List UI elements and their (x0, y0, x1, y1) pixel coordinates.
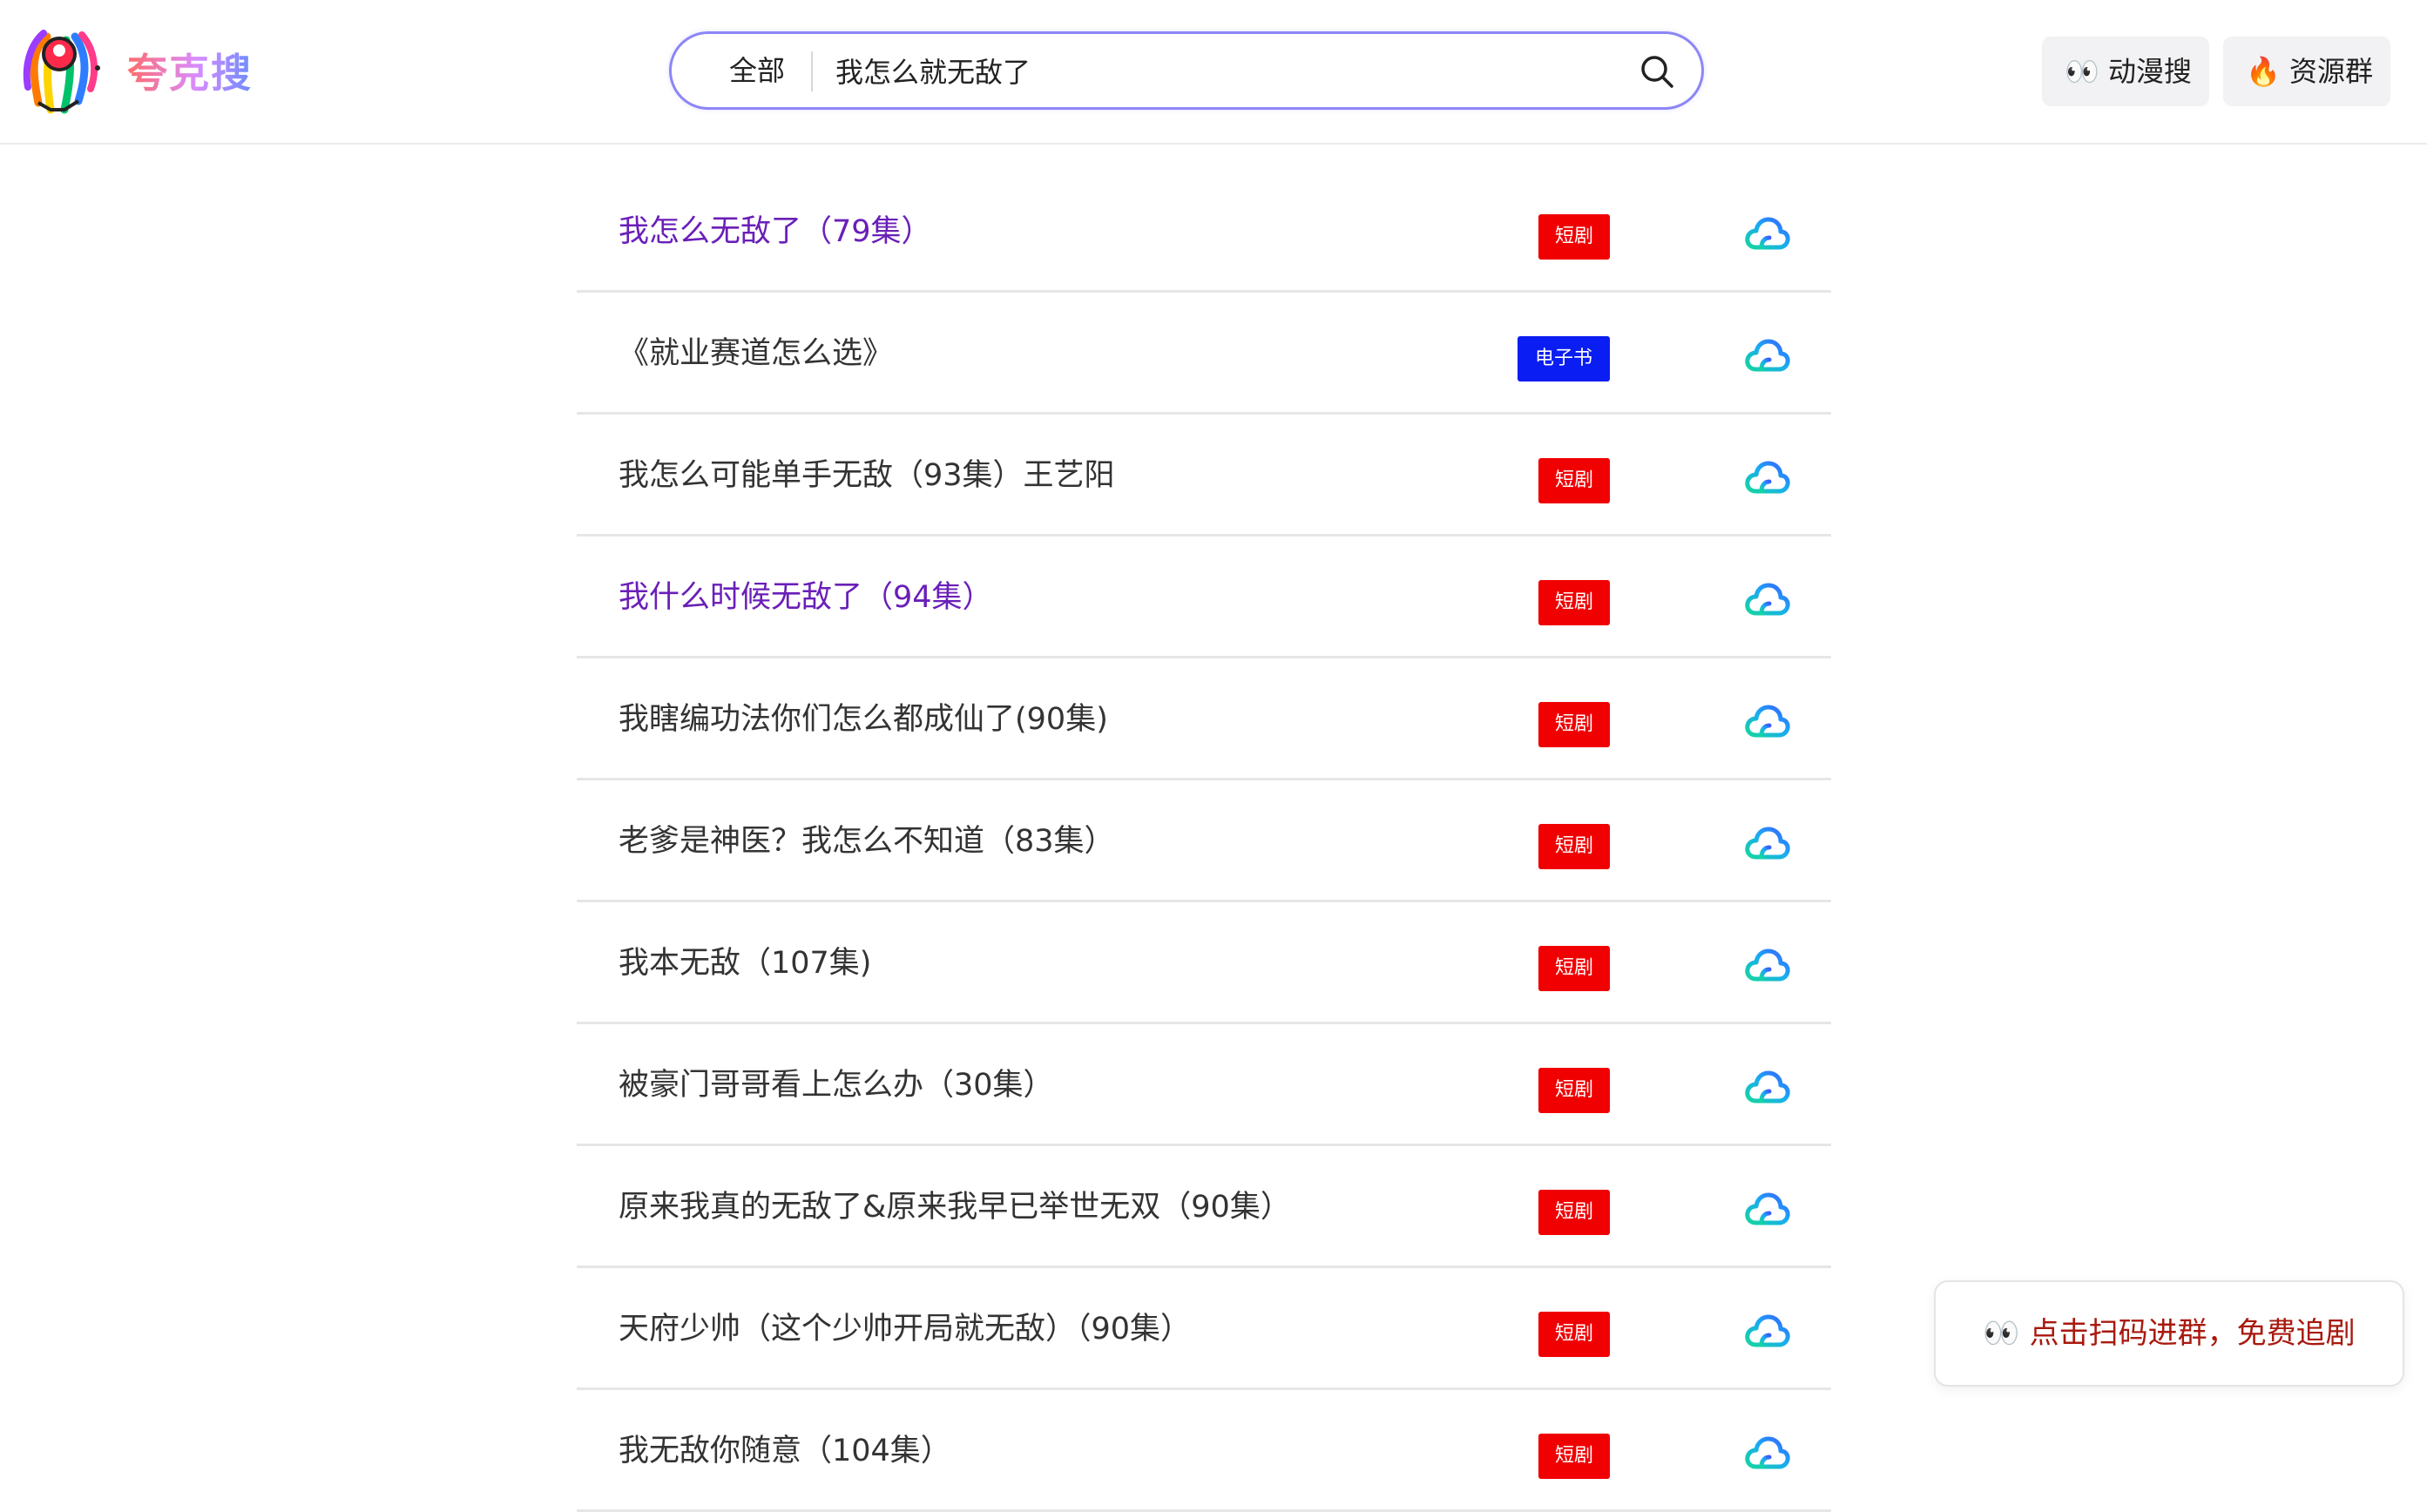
category-tag: 短剧 (1538, 946, 1610, 991)
result-row[interactable]: 我无敌你随意（104集） 短剧 (577, 1390, 1831, 1512)
result-row[interactable]: 老爹是神医？我怎么不知道（83集） 短剧 (577, 780, 1831, 902)
category-tag: 短剧 (1538, 458, 1610, 503)
cloud-download-icon[interactable] (1744, 216, 1791, 253)
search-input[interactable] (835, 48, 1602, 93)
cloud-download-icon[interactable] (1744, 704, 1791, 740)
result-row[interactable]: 被豪门哥哥看上怎么办（30集） 短剧 (577, 1024, 1831, 1146)
anime-search-button[interactable]: 👀 动漫搜 (2042, 37, 2209, 106)
cloud-download-icon[interactable] (1744, 1435, 1791, 1472)
category-tag: 短剧 (1538, 214, 1610, 260)
search-bar: 全部 (669, 31, 1704, 110)
cloud-download-icon[interactable] (1744, 582, 1791, 618)
result-title[interactable]: 我怎么无敌了（79集） (619, 171, 932, 293)
result-title[interactable]: 天府少帅（这个少帅开局就无敌）（90集） (619, 1268, 1191, 1390)
result-list: 我怎么无敌了（79集） 短剧 《就业赛道怎么选》 电子书 我怎么可能单手无敌（9… (577, 171, 1831, 1512)
result-title[interactable]: 原来我真的无敌了&原来我早已举世无双（90集） (619, 1146, 1291, 1268)
category-tag: 短剧 (1538, 1068, 1610, 1113)
search-divider (811, 51, 813, 91)
result-title[interactable]: 我本无敌（107集) (619, 902, 871, 1024)
result-title[interactable]: 被豪门哥哥看上怎么办（30集） (619, 1024, 1054, 1146)
result-row[interactable]: 《就业赛道怎么选》 电子书 (577, 293, 1831, 415)
category-tag: 短剧 (1538, 702, 1610, 747)
cloud-download-icon[interactable] (1744, 948, 1791, 984)
cloud-download-icon[interactable] (1744, 826, 1791, 862)
top-header: 夸克搜 全部 👀 动漫搜 🔥 资源群 (0, 0, 2427, 145)
resource-group-button[interactable]: 🔥 资源群 (2223, 37, 2390, 106)
category-tag: 短剧 (1538, 580, 1610, 625)
result-title[interactable]: 老爹是神医？我怎么不知道（83集） (619, 780, 1115, 902)
cloud-download-icon[interactable] (1744, 1070, 1791, 1106)
result-row[interactable]: 我怎么可能单手无敌（93集）王艺阳 短剧 (577, 415, 1831, 537)
result-title[interactable]: 《就业赛道怎么选》 (619, 293, 893, 415)
result-row[interactable]: 我瞎编功法你们怎么都成仙了(90集) 短剧 (577, 658, 1831, 780)
result-title[interactable]: 我瞎编功法你们怎么都成仙了(90集) (619, 658, 1108, 780)
result-row[interactable]: 我怎么无敌了（79集） 短剧 (577, 171, 1831, 293)
quark-logo-icon[interactable] (21, 24, 101, 118)
result-title[interactable]: 我无敌你随意（104集） (619, 1390, 951, 1512)
search-icon[interactable] (1639, 53, 1675, 90)
search-scope-selector[interactable]: 全部 (729, 34, 785, 107)
category-tag: 短剧 (1538, 1312, 1610, 1357)
cloud-download-icon[interactable] (1744, 1313, 1791, 1350)
category-tag: 电子书 (1518, 336, 1610, 381)
brand-name[interactable]: 夸克搜 (127, 42, 253, 99)
result-row[interactable]: 我什么时候无敌了（94集） 短剧 (577, 537, 1831, 658)
result-row[interactable]: 天府少帅（这个少帅开局就无敌）（90集） 短剧 (577, 1268, 1831, 1390)
category-tag: 短剧 (1538, 1190, 1610, 1235)
cloud-download-icon[interactable] (1744, 1191, 1791, 1228)
cloud-download-icon[interactable] (1744, 338, 1791, 375)
result-title[interactable]: 我什么时候无敌了（94集） (619, 537, 993, 658)
result-row[interactable]: 我本无敌（107集) 短剧 (577, 902, 1831, 1024)
result-title[interactable]: 我怎么可能单手无敌（93集）王艺阳 (619, 415, 1115, 537)
category-tag: 短剧 (1538, 824, 1610, 869)
result-row[interactable]: 原来我真的无敌了&原来我早已举世无双（90集） 短剧 (577, 1146, 1831, 1268)
join-group-popup[interactable]: 👀 点击扫码进群，免费追剧 (1934, 1280, 2404, 1387)
cloud-download-icon[interactable] (1744, 460, 1791, 496)
category-tag: 短剧 (1538, 1434, 1610, 1479)
